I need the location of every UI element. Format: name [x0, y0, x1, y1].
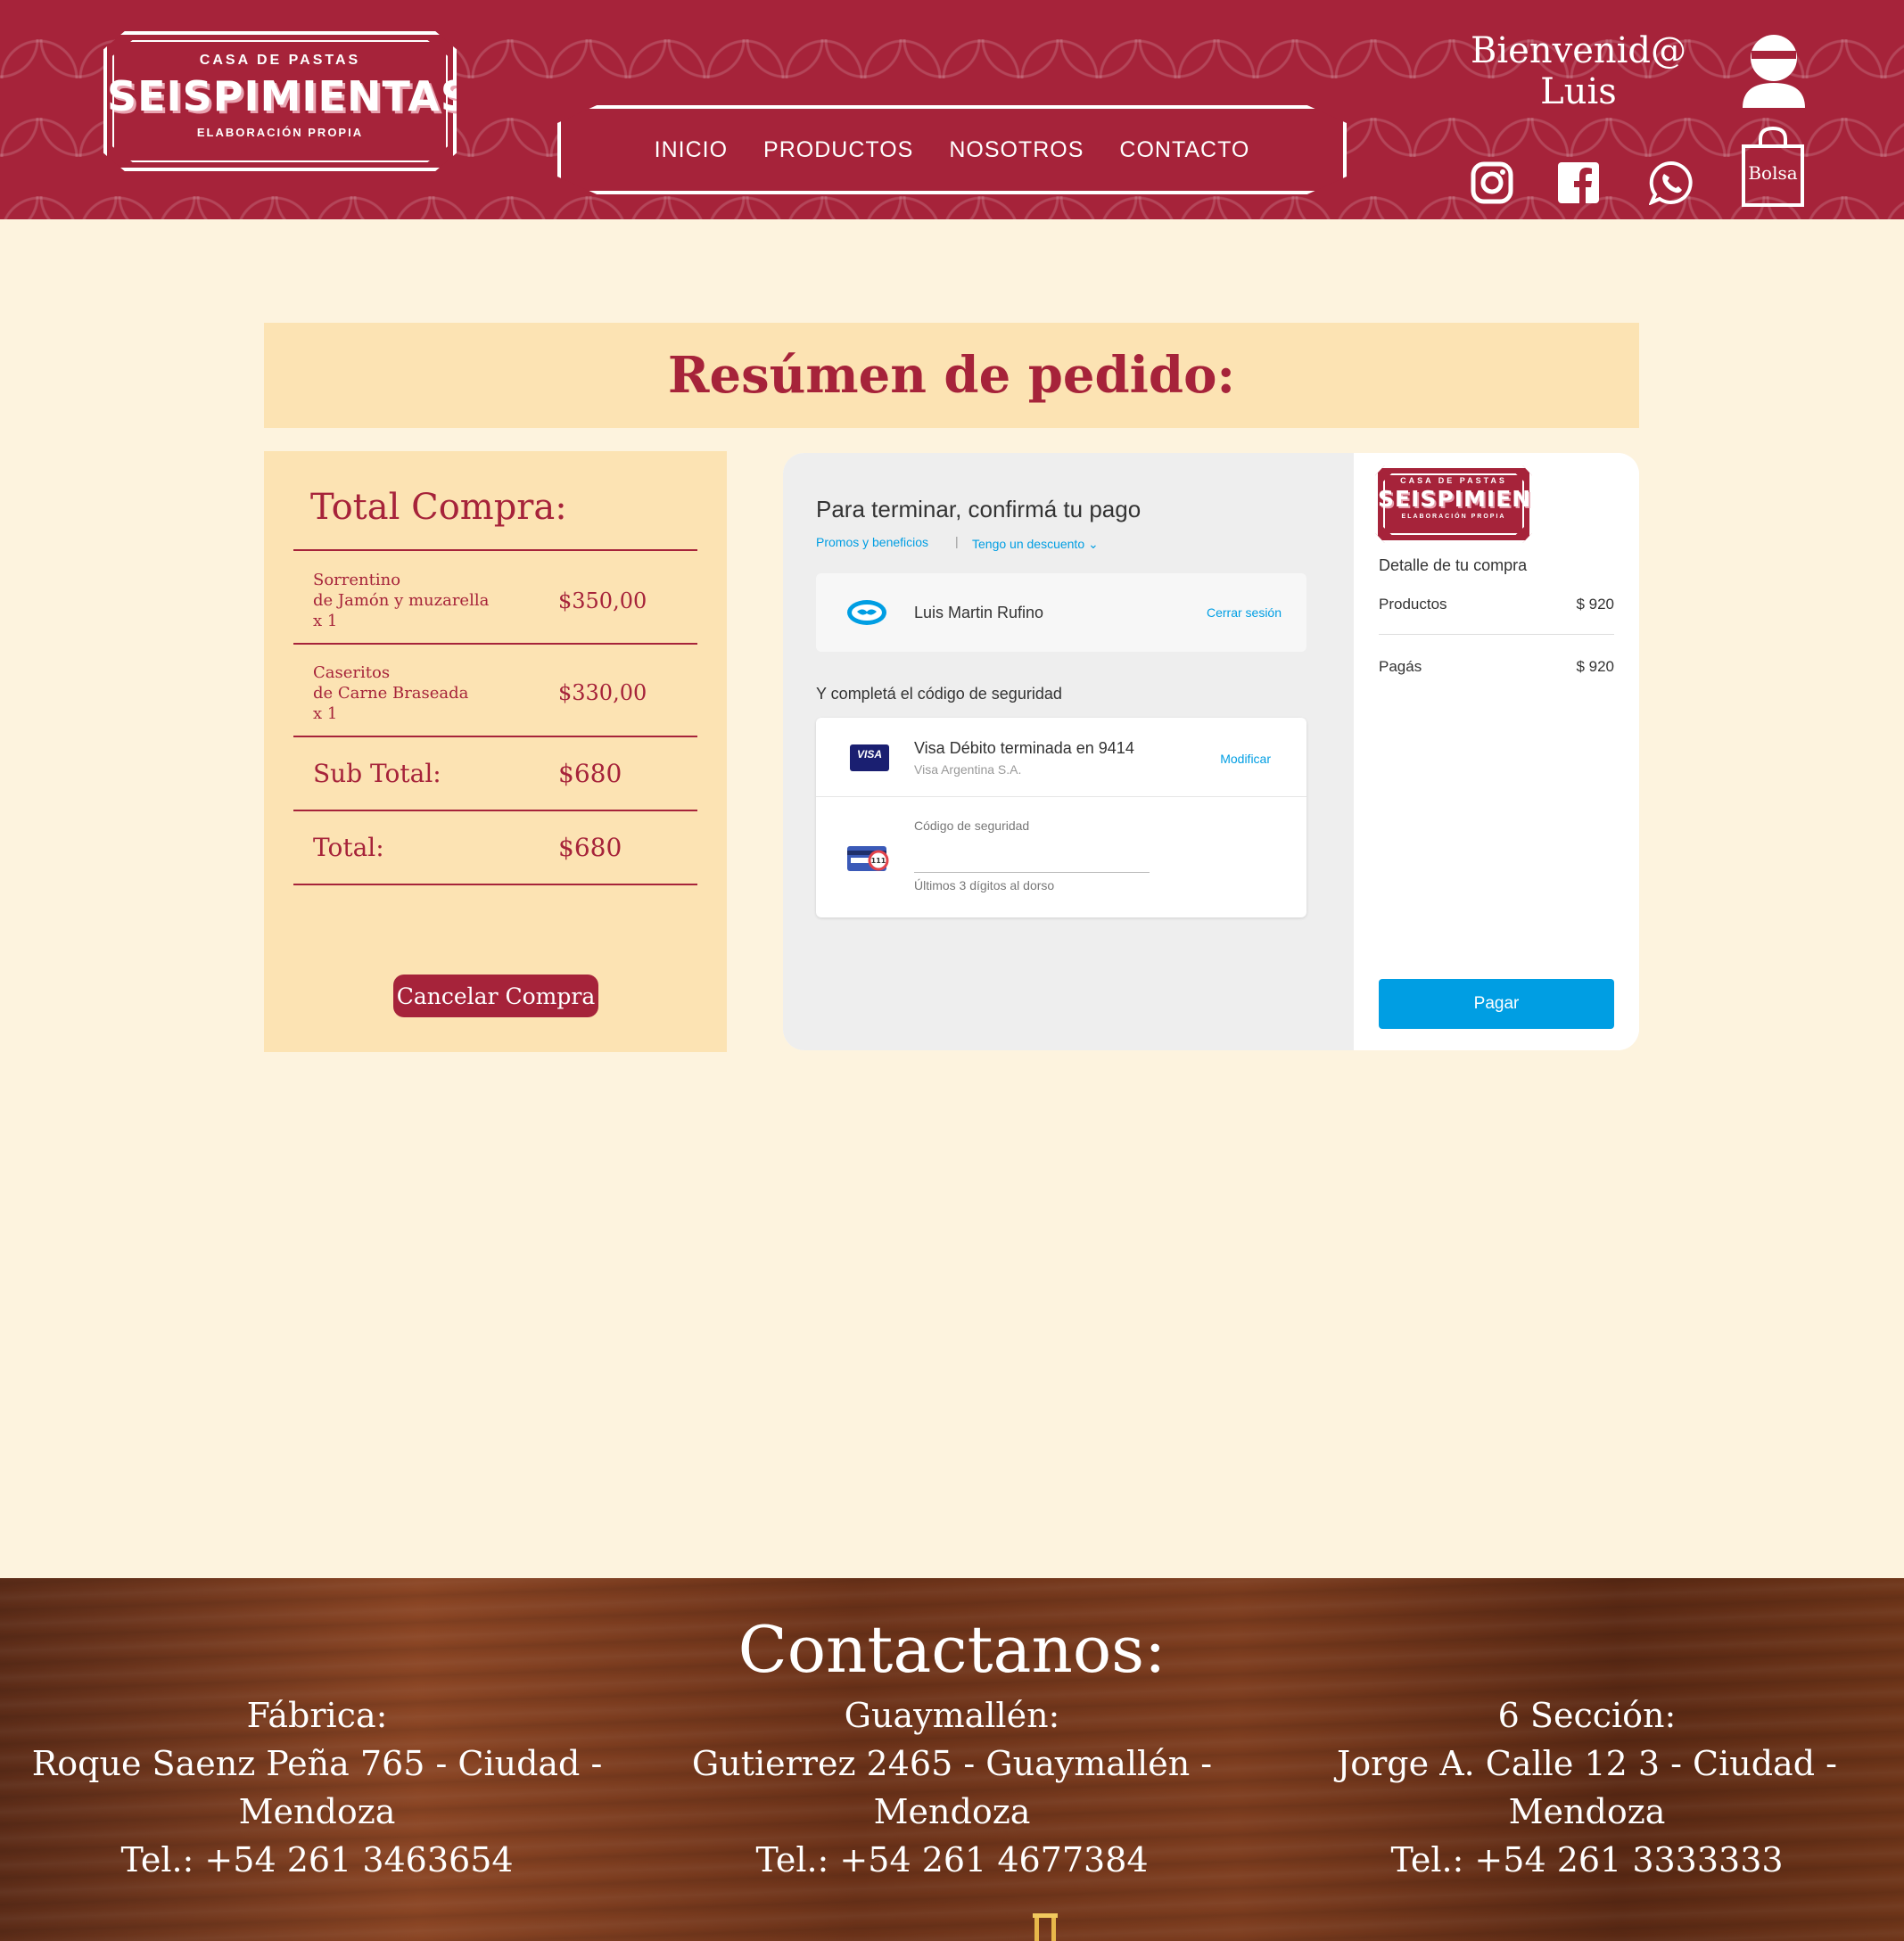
divider — [1379, 634, 1614, 635]
total-label: Total: — [313, 833, 384, 862]
modify-card-link[interactable]: Modificar — [1220, 752, 1271, 766]
order-total-title: Total Compra: — [310, 487, 567, 528]
products-label: Productos — [1379, 596, 1447, 613]
branch-address: Roque Saenz Peña 765 - Ciudad - Mendoza — [31, 1744, 603, 1831]
payment-checkout: Para terminar, confirmá tu pago Promos y… — [783, 453, 1639, 1050]
logo-bottom-line: ELABORACIÓN PROPIA — [196, 126, 364, 139]
divider — [293, 549, 697, 551]
item-qty: x 1 — [313, 704, 338, 723]
branch-name: Fábrica: — [246, 1696, 388, 1735]
order-item-name: Caseritos de Carne Braseada x 1 — [313, 662, 468, 724]
item-qty: x 1 — [313, 612, 338, 630]
divider — [293, 736, 697, 737]
item-line-1: Sorrentino — [313, 571, 401, 589]
payment-title: Para terminar, confirmá tu pago — [816, 496, 1142, 522]
subtotal-value: $680 — [558, 759, 622, 788]
item-line-1: Caseritos — [313, 663, 391, 682]
branch-guaymallen: Guaymallén: Gutierrez 2465 - Guaymallén … — [635, 1691, 1269, 1884]
pay-button[interactable]: Pagar — [1379, 979, 1614, 1029]
whatsapp-icon[interactable] — [1649, 160, 1694, 205]
brand-logo: CASA DE PASTAS SEISPIMIENTAS ELABORACIÓN… — [1375, 465, 1532, 543]
mercadopago-icon — [847, 600, 886, 625]
branch-address: Jorge A. Calle 12 3 - Ciudad - Mendoza — [1337, 1744, 1837, 1831]
nav-link-nosotros[interactable]: NOSOTROS — [949, 137, 1084, 163]
logo-top-line: CASA DE PASTAS — [199, 53, 361, 68]
logout-link[interactable]: Cerrar sesión — [1207, 605, 1282, 620]
page-title: Resúmen de pedido: — [667, 346, 1236, 405]
instagram-icon[interactable] — [1470, 160, 1514, 205]
user-name: Luis — [1540, 71, 1617, 112]
cvv-help-text: Últimos 3 dígitos al dorso — [914, 878, 1055, 892]
paid-label: Pagás — [1379, 658, 1422, 675]
subtotal-label: Sub Total: — [313, 759, 441, 788]
branch-phone: Tel.: +54 261 4677384 — [755, 1840, 1149, 1879]
link-separator: | — [955, 534, 959, 548]
greeting-text: Bienvenid@ — [1470, 30, 1687, 71]
branch-name: Guaymallén: — [844, 1696, 1060, 1735]
branch-phone: Tel.: +54 261 3463654 — [120, 1840, 514, 1879]
card-issuer: Visa Argentina S.A. — [914, 762, 1022, 777]
security-heading: Y completá el código de seguridad — [816, 685, 1062, 703]
paid-value: $ 920 — [1576, 658, 1614, 675]
discount-link[interactable]: Tengo un descuento ⌄ — [972, 537, 1099, 552]
cvv-label: Código de seguridad — [914, 818, 1030, 833]
main-nav: INICIO PRODUCTOS NOSOTROS CONTACTO — [557, 105, 1347, 194]
site-footer: Contactanos: Fábrica: Roque Saenz Peña 7… — [0, 1578, 1904, 1941]
branch-phone: Tel.: +54 261 3333333 — [1390, 1840, 1784, 1879]
logo-top-line: CASA DE PASTAS — [1400, 476, 1507, 485]
order-total-panel: Total Compra: Sorrentino de Jamón y muza… — [264, 451, 727, 1052]
branch-6-seccion: 6 Sección: Jorge A. Calle 12 3 - Ciudad … — [1270, 1691, 1904, 1884]
divider — [293, 810, 697, 811]
svg-text:111: 111 — [871, 857, 886, 865]
branch-name: 6 Sección: — [1497, 1696, 1677, 1735]
logo-name: SEISPIMIENTAS — [1378, 486, 1581, 512]
divider — [293, 643, 697, 645]
divider — [293, 884, 697, 885]
account-name: Luis Martin Rufino — [914, 604, 1044, 621]
branch-address: Gutierrez 2465 - Guaymallén - Mendoza — [691, 1744, 1213, 1831]
card-title: Visa Débito terminada en 9414 — [914, 739, 1134, 757]
card-cvv-icon: 111 — [847, 846, 889, 871]
products-value: $ 920 — [1576, 596, 1614, 613]
payment-form-area: Para terminar, confirmá tu pago Promos y… — [783, 453, 1354, 1050]
order-item-name: Sorrentino de Jamón y muzarella x 1 — [313, 570, 489, 631]
summary-banner: Resúmen de pedido: — [264, 323, 1639, 428]
cancel-purchase-button[interactable]: Cancelar Compra — [393, 975, 598, 1017]
user-greeting: Bienvenid@ Luis — [1463, 30, 1694, 112]
branch-fabrica: Fábrica: Roque Saenz Peña 765 - Ciudad -… — [0, 1691, 634, 1884]
logo-name: SEISPIMIENTAS — [107, 72, 471, 120]
purchase-detail-area: CASA DE PASTAS SEISPIMIENTAS ELABORACIÓN… — [1354, 453, 1639, 1050]
account-card: Luis Martin Rufino Cerrar sesión — [816, 573, 1306, 652]
divider — [816, 796, 1306, 797]
facebook-icon[interactable] — [1556, 160, 1601, 205]
site-header: CASA DE PASTAS SEISPIMIENTAS ELABORACIÓN… — [0, 0, 1904, 219]
bag-label: Bolsa — [1748, 162, 1798, 184]
promos-link[interactable]: Promos y beneficios — [816, 535, 928, 549]
nav-link-inicio[interactable]: INICIO — [655, 137, 728, 163]
nav-link-productos[interactable]: PRODUCTOS — [763, 137, 913, 163]
item-line-2: de Carne Braseada — [313, 684, 469, 703]
user-icon[interactable] — [1739, 31, 1809, 110]
brand-logo[interactable]: CASA DE PASTAS SEISPIMIENTAS ELABORACIÓN… — [103, 31, 457, 171]
cvv-input[interactable] — [914, 847, 1150, 873]
decorative-stool-icon — [1033, 1913, 1058, 1941]
item-line-2: de Jamón y muzarella — [313, 591, 490, 610]
order-item-price: $330,00 — [558, 680, 647, 705]
order-item-price: $350,00 — [558, 588, 647, 613]
nav-link-contacto[interactable]: CONTACTO — [1119, 137, 1249, 163]
logo-bottom-line: ELABORACIÓN PROPIA — [1401, 514, 1506, 520]
total-value: $680 — [558, 833, 622, 862]
purchase-detail-title: Detalle de tu compra — [1379, 556, 1528, 574]
visa-icon: VISA — [850, 744, 889, 771]
footer-title: Contactanos: — [738, 1612, 1166, 1687]
payment-method-card: VISA Visa Débito terminada en 9414 Visa … — [816, 718, 1306, 917]
